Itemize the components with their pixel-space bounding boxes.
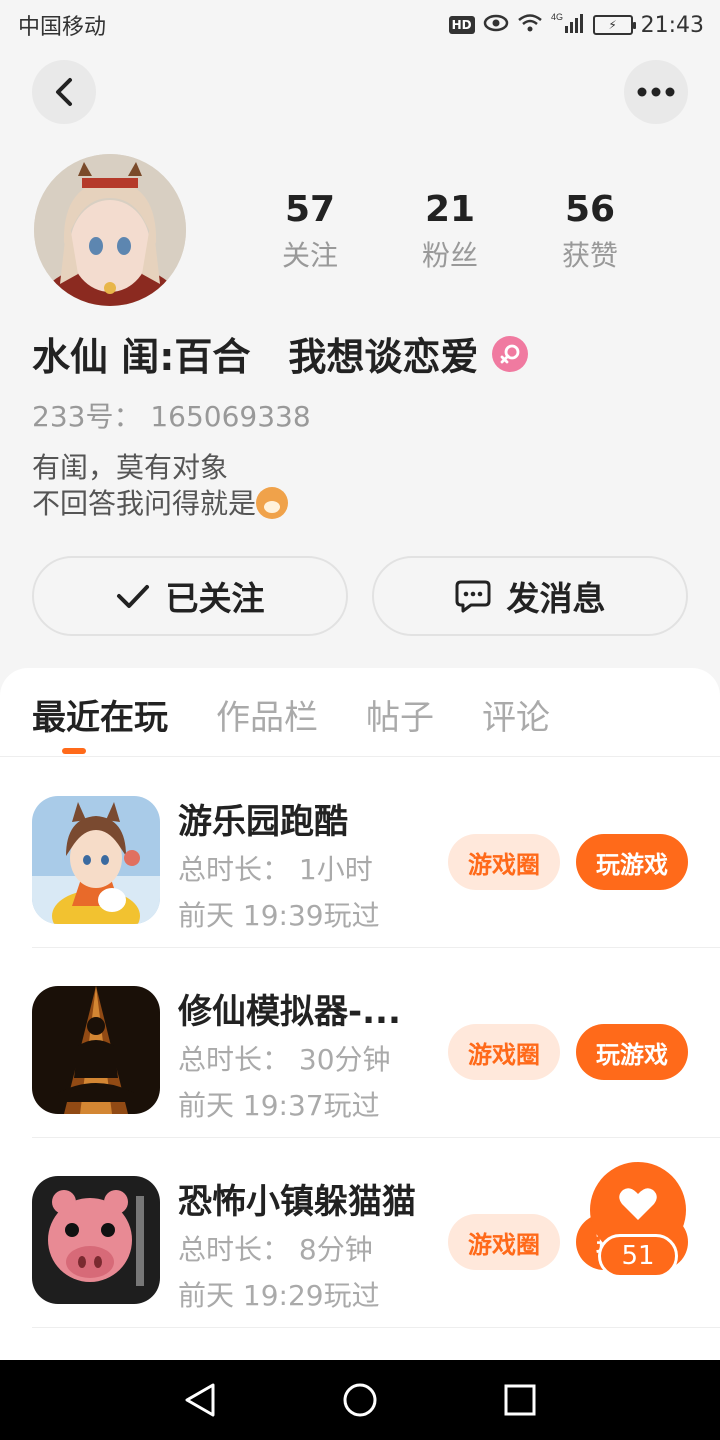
send-message-label: 发消息 <box>506 579 606 618</box>
signal-icon: 4G <box>551 12 585 39</box>
game-duration: 总时长： 8分钟 <box>178 1233 373 1266</box>
nickname-row: 水仙 闺:百合 我想谈恋爱 <box>32 326 529 381</box>
carrier-label: 中国移动 <box>18 15 107 40</box>
wifi-icon <box>517 13 543 38</box>
tab-divider <box>0 756 720 757</box>
game-title: 修仙模拟器-... <box>178 992 401 1032</box>
chevron-left-icon <box>56 78 72 106</box>
game-list-item[interactable]: 游乐园跑酷 总时长： 1小时 前天 19:39玩过 游戏圈 玩游戏 <box>32 758 720 948</box>
more-dots-icon <box>637 87 675 97</box>
play-game-button[interactable]: 玩游戏 <box>576 834 688 890</box>
back-button[interactable] <box>32 60 96 124</box>
status-indicators: HD 4G ⚡ 21:43 <box>448 12 704 39</box>
game-circle-button[interactable]: 游戏圈 <box>448 834 560 890</box>
game-circle-button[interactable]: 游戏圈 <box>448 1214 560 1270</box>
system-nav-bar <box>0 1360 720 1440</box>
game-icon[interactable] <box>32 796 160 924</box>
female-icon <box>492 335 529 372</box>
stat-value: 56 <box>564 189 616 230</box>
chat-bubble-icon <box>455 580 490 613</box>
stat-value: 57 <box>284 189 336 230</box>
stat-likes[interactable]: 56 获赞 <box>520 188 660 274</box>
clock: 21:43 <box>640 12 704 38</box>
battery-icon: ⚡ <box>592 15 636 35</box>
game-last-played: 前天 19:29玩过 <box>178 1279 380 1312</box>
stat-label: 关注 <box>281 239 338 272</box>
bio-line-2: 不回答我问得就是 <box>32 486 289 522</box>
game-duration: 总时长： 30分钟 <box>178 1043 391 1076</box>
doge-emoji-icon <box>256 487 289 519</box>
play-game-button[interactable]: 玩游戏 <box>576 1024 688 1080</box>
game-duration: 总时长： 1小时 <box>178 853 373 886</box>
tab-works[interactable]: 作品栏 <box>216 690 318 739</box>
heart-icon <box>619 1188 657 1220</box>
stat-label: 粉丝 <box>421 239 478 272</box>
following-button-label: 已关注 <box>165 579 265 618</box>
more-button[interactable] <box>624 60 688 124</box>
like-count-badge: 51 <box>598 1234 678 1278</box>
user-id: 233号： 165069338 <box>32 400 311 433</box>
avatar[interactable] <box>34 154 186 306</box>
svg-text:4G: 4G <box>551 12 563 22</box>
following-button[interactable]: 已关注 <box>32 556 348 636</box>
profile-stats: 57 关注 21 粉丝 56 获赞 <box>240 188 660 274</box>
game-title: 游乐园跑酷 <box>178 802 348 842</box>
game-list-item[interactable]: 修仙模拟器-... 总时长： 30分钟 前天 19:37玩过 游戏圈 玩游戏 <box>32 948 720 1138</box>
home-circle-icon[interactable] <box>342 1382 378 1418</box>
game-icon[interactable] <box>32 1176 160 1304</box>
stat-label: 获赞 <box>561 239 618 272</box>
hd-badge: HD <box>448 16 475 34</box>
game-last-played: 前天 19:39玩过 <box>178 899 380 932</box>
tab-posts[interactable]: 帖子 <box>366 690 434 739</box>
stat-value: 21 <box>424 189 476 230</box>
bio: 有闺，莫有对象 不回答我问得就是 <box>32 450 289 522</box>
bio-line: 有闺，莫有对象 <box>32 451 229 484</box>
recents-square-icon[interactable] <box>503 1383 537 1417</box>
tab-comments[interactable]: 评论 <box>482 690 550 739</box>
check-icon <box>116 585 149 608</box>
tab-recent-games[interactable]: 最近在玩 <box>32 690 168 739</box>
tab-bar: 最近在玩 作品栏 帖子 评论 <box>32 690 550 739</box>
eye-icon <box>483 13 509 37</box>
stat-followers[interactable]: 21 粉丝 <box>380 188 520 274</box>
active-tab-indicator <box>62 748 86 754</box>
game-last-played: 前天 19:37玩过 <box>178 1089 380 1122</box>
stat-following[interactable]: 57 关注 <box>240 188 380 274</box>
send-message-button[interactable]: 发消息 <box>372 556 688 636</box>
back-triangle-icon[interactable] <box>183 1382 217 1418</box>
game-circle-button[interactable]: 游戏圈 <box>448 1024 560 1080</box>
game-icon[interactable] <box>32 986 160 1114</box>
game-title: 恐怖小镇躲猫猫 <box>178 1182 416 1222</box>
status-bar: 中国移动 HD 4G ⚡ 21:43 <box>0 0 720 50</box>
nickname: 水仙 闺:百合 我想谈恋爱 <box>32 335 479 379</box>
